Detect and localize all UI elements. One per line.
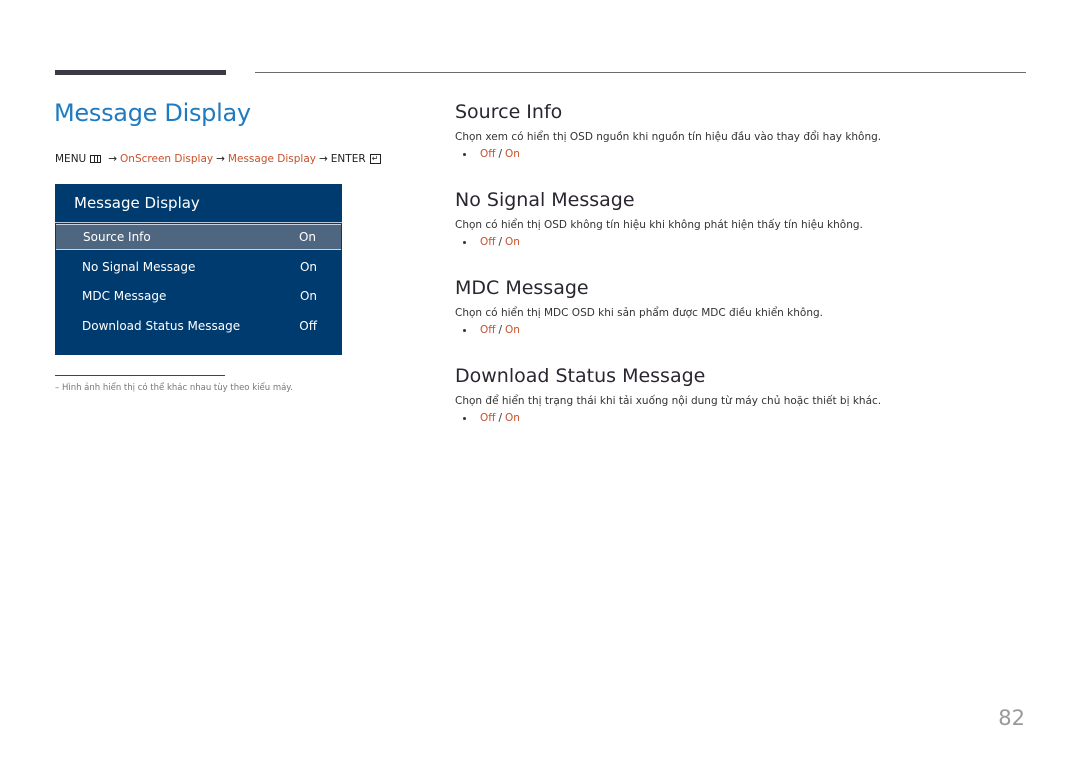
osd-item-label: Source Info (83, 230, 151, 244)
footnote-divider (55, 375, 225, 376)
breadcrumb-arrow: → (216, 153, 225, 165)
footnote: – Hình ảnh hiển thị có thể khác nhau tùy… (55, 383, 293, 393)
osd-item-value: On (299, 260, 317, 274)
osd-item-value: On (299, 289, 317, 303)
osd-item-label: Download Status Message (82, 319, 241, 333)
header-accent-bar (55, 70, 226, 75)
osd-item-value: Off (299, 319, 317, 333)
section-options: Off / On (455, 148, 881, 160)
option-off: Off (480, 412, 496, 424)
option-separator: / (498, 412, 503, 424)
option-on: On (505, 324, 520, 336)
section-source-info: Source Info Chọn xem có hiển thị OSD ngu… (455, 101, 881, 160)
osd-item-mdc-message[interactable]: MDC Message On (55, 284, 342, 308)
breadcrumb-arrow: → (318, 153, 328, 165)
section-heading: No Signal Message (455, 189, 635, 211)
option-on: On (505, 148, 520, 160)
breadcrumb-onscreen-display[interactable]: OnScreen Display (120, 153, 213, 165)
bullet-icon (463, 328, 466, 332)
osd-item-source-info[interactable]: Source Info On (56, 224, 341, 250)
option-off: Off (480, 324, 496, 336)
osd-item-value: On (298, 230, 316, 244)
section-heading: MDC Message (455, 277, 589, 299)
bullet-icon (463, 416, 466, 420)
enter-icon: ↵ (369, 154, 381, 164)
osd-item-label: No Signal Message (82, 260, 196, 274)
option-on: On (505, 236, 520, 248)
breadcrumb-menu: MENU (55, 153, 87, 165)
option-separator: / (498, 148, 503, 160)
section-mdc-message: MDC Message Chọn có hiển thị MDC OSD khi… (455, 277, 823, 336)
osd-item-download-status-message[interactable]: Download Status Message Off (55, 314, 342, 338)
breadcrumb-enter: ENTER (330, 153, 366, 165)
section-options: Off / On (455, 236, 863, 248)
header-rule (255, 72, 1026, 73)
option-off: Off (480, 148, 496, 160)
section-download-status-message: Download Status Message Chọn để hiển thị… (455, 365, 881, 424)
page-title: Message Display (54, 99, 251, 127)
section-no-signal-message: No Signal Message Chọn có hiển thị OSD k… (455, 189, 863, 248)
breadcrumb-arrow: → (108, 153, 118, 165)
section-description: Chọn để hiển thị trạng thái khi tải xuốn… (455, 395, 882, 407)
option-separator: / (498, 324, 503, 336)
osd-menu-panel: Message Display Source Info On No Signal… (55, 184, 342, 355)
breadcrumb: MENU → OnScreen Display → Message Displa… (55, 153, 381, 165)
breadcrumb-message-display[interactable]: Message Display (228, 153, 316, 165)
menu-icon (90, 155, 102, 163)
section-heading: Source Info (455, 101, 563, 123)
section-description: Chọn xem có hiển thị OSD nguồn khi nguồn… (455, 131, 882, 143)
section-options: Off / On (455, 324, 823, 336)
section-heading: Download Status Message (455, 365, 706, 387)
osd-item-no-signal-message[interactable]: No Signal Message On (55, 255, 342, 279)
osd-item-label: MDC Message (82, 289, 167, 303)
section-description: Chọn có hiển thị MDC OSD khi sản phẩm đư… (455, 307, 823, 319)
page-number: 82 (998, 706, 1025, 730)
section-options: Off / On (455, 412, 881, 424)
option-on: On (505, 412, 520, 424)
osd-menu-title: Message Display (55, 184, 342, 223)
section-description: Chọn có hiển thị OSD không tín hiệu khi … (455, 219, 863, 231)
bullet-icon (463, 240, 466, 244)
option-off: Off (480, 236, 496, 248)
option-separator: / (498, 236, 503, 248)
bullet-icon (463, 152, 466, 156)
